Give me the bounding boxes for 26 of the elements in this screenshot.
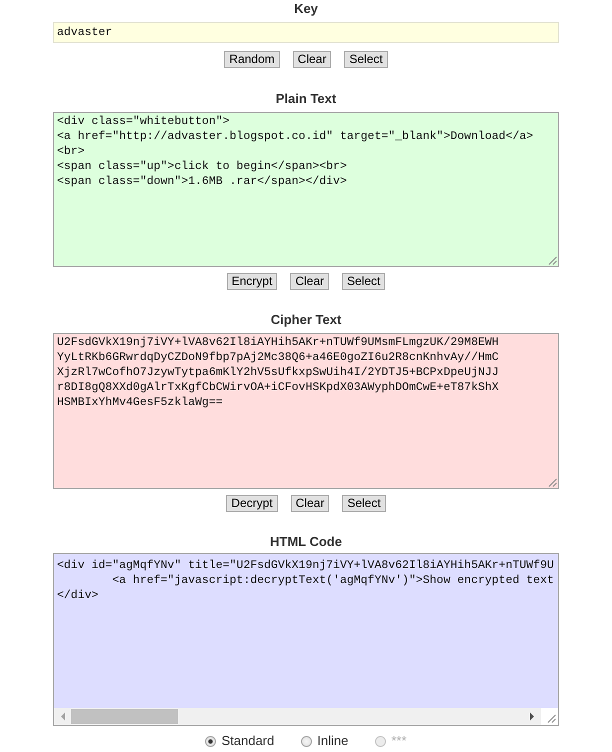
clear-button[interactable]: Clear [292, 51, 332, 68]
radio-button[interactable] [301, 736, 312, 746]
select-button[interactable]: Select [342, 273, 386, 290]
scroll-thumb[interactable] [71, 709, 178, 724]
radio-label[interactable]: Inline [317, 733, 348, 749]
clear-button[interactable]: Clear [290, 273, 329, 290]
radio-button[interactable] [205, 736, 216, 746]
decrypt-button[interactable]: Decrypt [226, 495, 278, 512]
clear-button[interactable]: Clear [290, 495, 330, 512]
section-heading: Plain Text [276, 90, 336, 108]
html-code-field[interactable]: <div id="agMqfYNv" title="U2FsdGVkX19nj7iVY+lVA8v62Il8iAYHih5AKr+nTUWf9U <a href="javascript:decryptText('agMqfYNv')">Show encrypted text </div> [53, 553, 559, 726]
section-heading: Key [294, 0, 318, 18]
resize-grip-icon[interactable] [548, 256, 557, 265]
resize-grip-icon[interactable] [547, 714, 556, 723]
key-field[interactable]: advaster [53, 22, 559, 43]
resize-grip-icon[interactable] [548, 478, 557, 487]
section-heading: HTML Code [270, 533, 342, 551]
select-button[interactable]: Select [342, 495, 386, 512]
select-button[interactable]: Select [344, 51, 388, 68]
horizontal-scrollbar[interactable] [54, 708, 541, 725]
radio-label[interactable]: Standard [221, 733, 274, 749]
plain-text-field[interactable]: <div class="whitebutton"> <a href="http://advaster.blogspot.co.id" target="_blank">Download</a> <br> <span class="up">click to begin</span><br> <span class="down">1.6MB .rar</span></div> [53, 112, 559, 267]
encrypt-button[interactable]: Encrypt [226, 273, 278, 290]
cipher-text-field[interactable]: U2FsdGVkX19nj7iVY+lVA8v62Il8iAYHih5AKr+nTUWf9UMsmFLmgzUK/29M8EWH YyLtRKb6GRwrdqDyCZDoN9fbp7pAj2Mc38Q6+a46E0goZI6u2R8cnKnhvAy//HmC XjzRl7wCofhO7JzywTytpa6mKlY2hV5sUfkxpSwUih4I/2YDTJ5+BCPxDpeUjNJJ r8DI8gQ8XXd0gAlrTxKgfCbCWirvOA+iCFovHSKpdX03AWyphDOmCwE+eT87kShX HSMBIxYhMv4GesF5zklaWg== [53, 333, 559, 489]
random-button[interactable]: Random [224, 51, 280, 68]
section-heading: Cipher Text [270, 311, 342, 329]
